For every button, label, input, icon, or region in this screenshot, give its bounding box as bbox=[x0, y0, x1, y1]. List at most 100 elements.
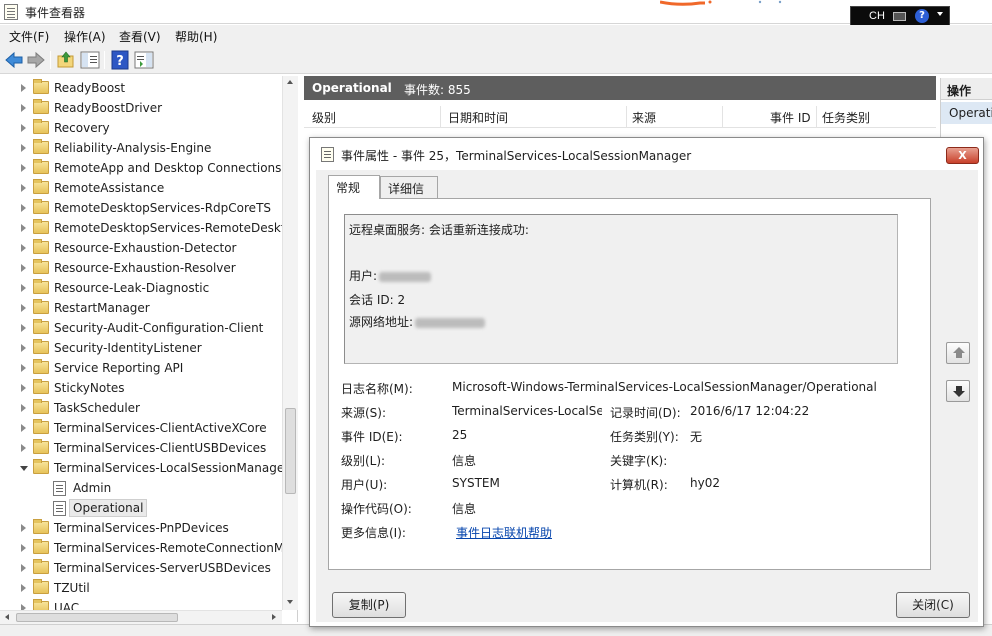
tree-item[interactable]: TerminalServices-RemoteConnectionMa bbox=[0, 538, 297, 558]
expand-arrow-icon[interactable] bbox=[21, 264, 26, 272]
tree-item[interactable]: ReadyBoost bbox=[0, 78, 297, 98]
expand-arrow-icon[interactable] bbox=[21, 584, 26, 592]
tree-item-label: TaskScheduler bbox=[54, 401, 140, 415]
column-source[interactable]: 来源 bbox=[632, 109, 656, 126]
event-description-box[interactable]: 远程桌面服务: 会话重新连接成功: 用户: 会话 ID: 2 源网络地址: bbox=[344, 214, 898, 364]
tree-item[interactable]: RemoteDesktopServices-RdpCoreTS bbox=[0, 198, 297, 218]
menu-file[interactable]: 文件(F) bbox=[9, 28, 49, 45]
expand-arrow-icon[interactable] bbox=[21, 244, 26, 252]
expand-arrow-icon[interactable] bbox=[21, 564, 26, 572]
tree-item-label: Security-Audit-Configuration-Client bbox=[54, 321, 264, 335]
tree-item[interactable]: RemoteApp and Desktop Connections bbox=[0, 158, 297, 178]
tree-item[interactable]: StickyNotes bbox=[0, 378, 297, 398]
expand-arrow-icon[interactable] bbox=[21, 404, 26, 412]
expand-arrow-icon[interactable] bbox=[21, 124, 26, 132]
expand-arrow-icon[interactable] bbox=[21, 84, 26, 92]
scroll-left-arrow-icon[interactable] bbox=[5, 614, 9, 620]
event-id-value: 25 bbox=[452, 428, 468, 442]
actions-item-operational[interactable]: Operati bbox=[941, 102, 992, 124]
tree-item[interactable]: TerminalServices-LocalSessionManager bbox=[0, 458, 297, 478]
tree-vertical-scrollbar[interactable] bbox=[282, 76, 298, 610]
expand-arrow-icon[interactable] bbox=[21, 424, 26, 432]
expand-arrow-icon[interactable] bbox=[21, 384, 26, 392]
expand-arrow-icon[interactable] bbox=[21, 184, 26, 192]
tree-item[interactable]: Recovery bbox=[0, 118, 297, 138]
copy-button[interactable]: 复制(P) bbox=[332, 592, 406, 618]
up-folder-icon[interactable] bbox=[56, 50, 76, 70]
online-help-link[interactable]: 事件日志联机帮助 bbox=[456, 524, 552, 541]
expand-arrow-icon[interactable] bbox=[21, 364, 26, 372]
tree-item[interactable]: RemoteDesktopServices-RemoteDeskto bbox=[0, 218, 297, 238]
tree-item[interactable]: RemoteAssistance bbox=[0, 178, 297, 198]
previous-event-button[interactable] bbox=[946, 342, 970, 364]
log-name-label: 日志名称(M): bbox=[341, 382, 413, 396]
expand-arrow-icon[interactable] bbox=[21, 104, 26, 112]
tree-item[interactable]: TaskScheduler bbox=[0, 398, 297, 418]
keyboard-icon[interactable] bbox=[893, 12, 906, 21]
tree-item[interactable]: TerminalServices-ClientActiveXCore bbox=[0, 418, 297, 438]
tree-item[interactable]: Reliability-Analysis-Engine bbox=[0, 138, 297, 158]
expand-arrow-icon[interactable] bbox=[21, 544, 26, 552]
help-icon[interactable]: ? bbox=[110, 50, 130, 70]
tree-child-item[interactable]: Admin bbox=[0, 478, 297, 498]
column-event-id[interactable]: 事件 ID bbox=[770, 109, 811, 126]
menu-view[interactable]: 查看(V) bbox=[119, 28, 161, 45]
expand-arrow-icon[interactable] bbox=[21, 144, 26, 152]
expand-arrow-icon[interactable] bbox=[21, 224, 26, 232]
tree-child-item[interactable]: Operational bbox=[0, 498, 297, 518]
ime-options-arrow-icon[interactable] bbox=[937, 12, 943, 16]
tree-item[interactable]: ReadyBoostDriver bbox=[0, 98, 297, 118]
column-separator[interactable] bbox=[440, 106, 441, 128]
expand-arrow-icon[interactable] bbox=[21, 164, 26, 172]
tree-item[interactable]: TerminalServices-ClientUSBDevices bbox=[0, 438, 297, 458]
column-separator[interactable] bbox=[722, 106, 723, 128]
tree-horizontal-scrollbar[interactable] bbox=[0, 610, 282, 624]
ime-help-icon[interactable]: ? bbox=[915, 9, 929, 23]
tree-item-label: Resource-Leak-Diagnostic bbox=[54, 281, 210, 295]
tree-item[interactable]: RestartManager bbox=[0, 298, 297, 318]
tree-item[interactable]: Resource-Leak-Diagnostic bbox=[0, 278, 297, 298]
column-separator[interactable] bbox=[626, 106, 627, 128]
back-arrow-icon[interactable] bbox=[4, 50, 24, 70]
tree-item[interactable]: Security-Audit-Configuration-Client bbox=[0, 318, 297, 338]
ime-language-bar[interactable]: CH ? bbox=[850, 6, 950, 26]
menu-help[interactable]: 帮助(H) bbox=[175, 28, 217, 45]
tree-item[interactable]: Service Reporting API bbox=[0, 358, 297, 378]
tree-scroll-thumb[interactable] bbox=[285, 408, 296, 494]
expand-arrow-icon[interactable] bbox=[21, 204, 26, 212]
tree-item[interactable]: TZUtil bbox=[0, 578, 297, 598]
tree-item[interactable]: TerminalServices-PnPDevices bbox=[0, 518, 297, 538]
column-task-category[interactable]: 任务类别 bbox=[822, 109, 870, 126]
folder-icon bbox=[33, 79, 49, 94]
expand-arrow-icon[interactable] bbox=[21, 524, 26, 532]
tree-item-label: ReadyBoost bbox=[54, 81, 126, 95]
show-hide-tree-icon[interactable] bbox=[80, 50, 100, 70]
tree-item[interactable]: Resource-Exhaustion-Resolver bbox=[0, 258, 297, 278]
scroll-down-arrow-icon[interactable] bbox=[287, 600, 293, 604]
expand-arrow-icon[interactable] bbox=[21, 284, 26, 292]
collapse-arrow-icon[interactable] bbox=[20, 466, 28, 471]
menu-action[interactable]: 操作(A) bbox=[64, 28, 106, 45]
tree-item[interactable]: TerminalServices-ServerUSBDevices bbox=[0, 558, 297, 578]
tab-details[interactable]: 详细信息 bbox=[380, 176, 438, 213]
scroll-up-arrow-icon[interactable] bbox=[287, 80, 293, 84]
expand-arrow-icon[interactable] bbox=[21, 324, 26, 332]
tree-hscroll-thumb[interactable] bbox=[16, 613, 178, 622]
close-button[interactable]: 关闭(C) bbox=[896, 592, 970, 618]
expand-arrow-icon[interactable] bbox=[21, 304, 26, 312]
show-hide-action-pane-icon[interactable] bbox=[134, 50, 154, 70]
scroll-right-arrow-icon[interactable] bbox=[272, 614, 276, 620]
dialog-titlebar[interactable]: 事件属性 - 事件 25，TerminalServices-LocalSessi… bbox=[310, 138, 983, 170]
column-datetime[interactable]: 日期和时间 bbox=[448, 109, 508, 126]
dialog-close-button[interactable]: X bbox=[946, 147, 979, 164]
tab-general[interactable]: 常规 bbox=[328, 175, 380, 199]
expand-arrow-icon[interactable] bbox=[21, 444, 26, 452]
computer-label: 计算机(R): bbox=[610, 478, 668, 492]
tree-item[interactable]: Resource-Exhaustion-Detector bbox=[0, 238, 297, 258]
expand-arrow-icon[interactable] bbox=[21, 344, 26, 352]
next-event-button[interactable] bbox=[946, 380, 970, 402]
tree-item[interactable]: Security-IdentityListener bbox=[0, 338, 297, 358]
forward-arrow-icon[interactable] bbox=[26, 50, 46, 70]
column-level[interactable]: 级别 bbox=[312, 109, 336, 126]
column-separator[interactable] bbox=[816, 106, 817, 128]
